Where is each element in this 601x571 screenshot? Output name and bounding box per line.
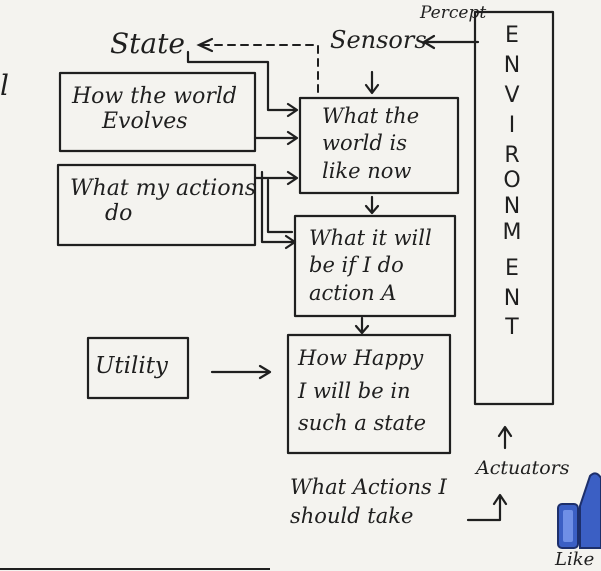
box-utility: Utility [95, 353, 168, 379]
box-line: What my actions [70, 176, 257, 201]
env-letter: N [503, 286, 521, 311]
box-line: do [105, 201, 133, 227]
like-label: Like [555, 549, 595, 570]
box-world-now: What the world is like now [322, 103, 419, 185]
box-line: such a state [298, 411, 427, 436]
env-letter: M [502, 220, 522, 245]
box-line: How Happy [298, 346, 424, 370]
box-line: like now [322, 158, 412, 183]
env-letter: R [504, 143, 520, 168]
env-letter: E [505, 256, 519, 281]
box-line: action A [309, 280, 397, 305]
env-letter: N [503, 194, 521, 219]
box-happy: How Happy I will be in such a state [298, 342, 426, 440]
box-line: Evolves [102, 109, 188, 135]
box-line: be if I do [309, 253, 404, 278]
env-letter: N [503, 53, 521, 78]
box-line: I will be in [298, 378, 411, 403]
env-letter: V [504, 83, 520, 108]
env-letter: I [508, 113, 516, 138]
box-actions-do: What my actions do [70, 176, 256, 227]
actions-line: should take [290, 504, 414, 529]
env-letter: T [505, 315, 519, 340]
env-letter: E [505, 23, 519, 48]
like-thumb-icon[interactable] [556, 470, 601, 550]
box-world-evolves: How the world Evolves [72, 84, 237, 135]
box-line: What it will [309, 226, 432, 250]
box-action-a: What it will be if I do action A [309, 225, 432, 307]
env-letter: O [503, 168, 521, 193]
box-line: What the [322, 104, 420, 128]
box-line: world is [322, 131, 407, 156]
box-line: How the world [72, 84, 237, 109]
actions-line: What Actions I [290, 475, 447, 499]
actions-text: What Actions I should take [290, 473, 447, 532]
percept-label: Percept [420, 3, 487, 23]
state-label: State [110, 27, 185, 60]
sensors-label: Sensors [330, 26, 427, 54]
edge-fragment: l [0, 69, 9, 102]
